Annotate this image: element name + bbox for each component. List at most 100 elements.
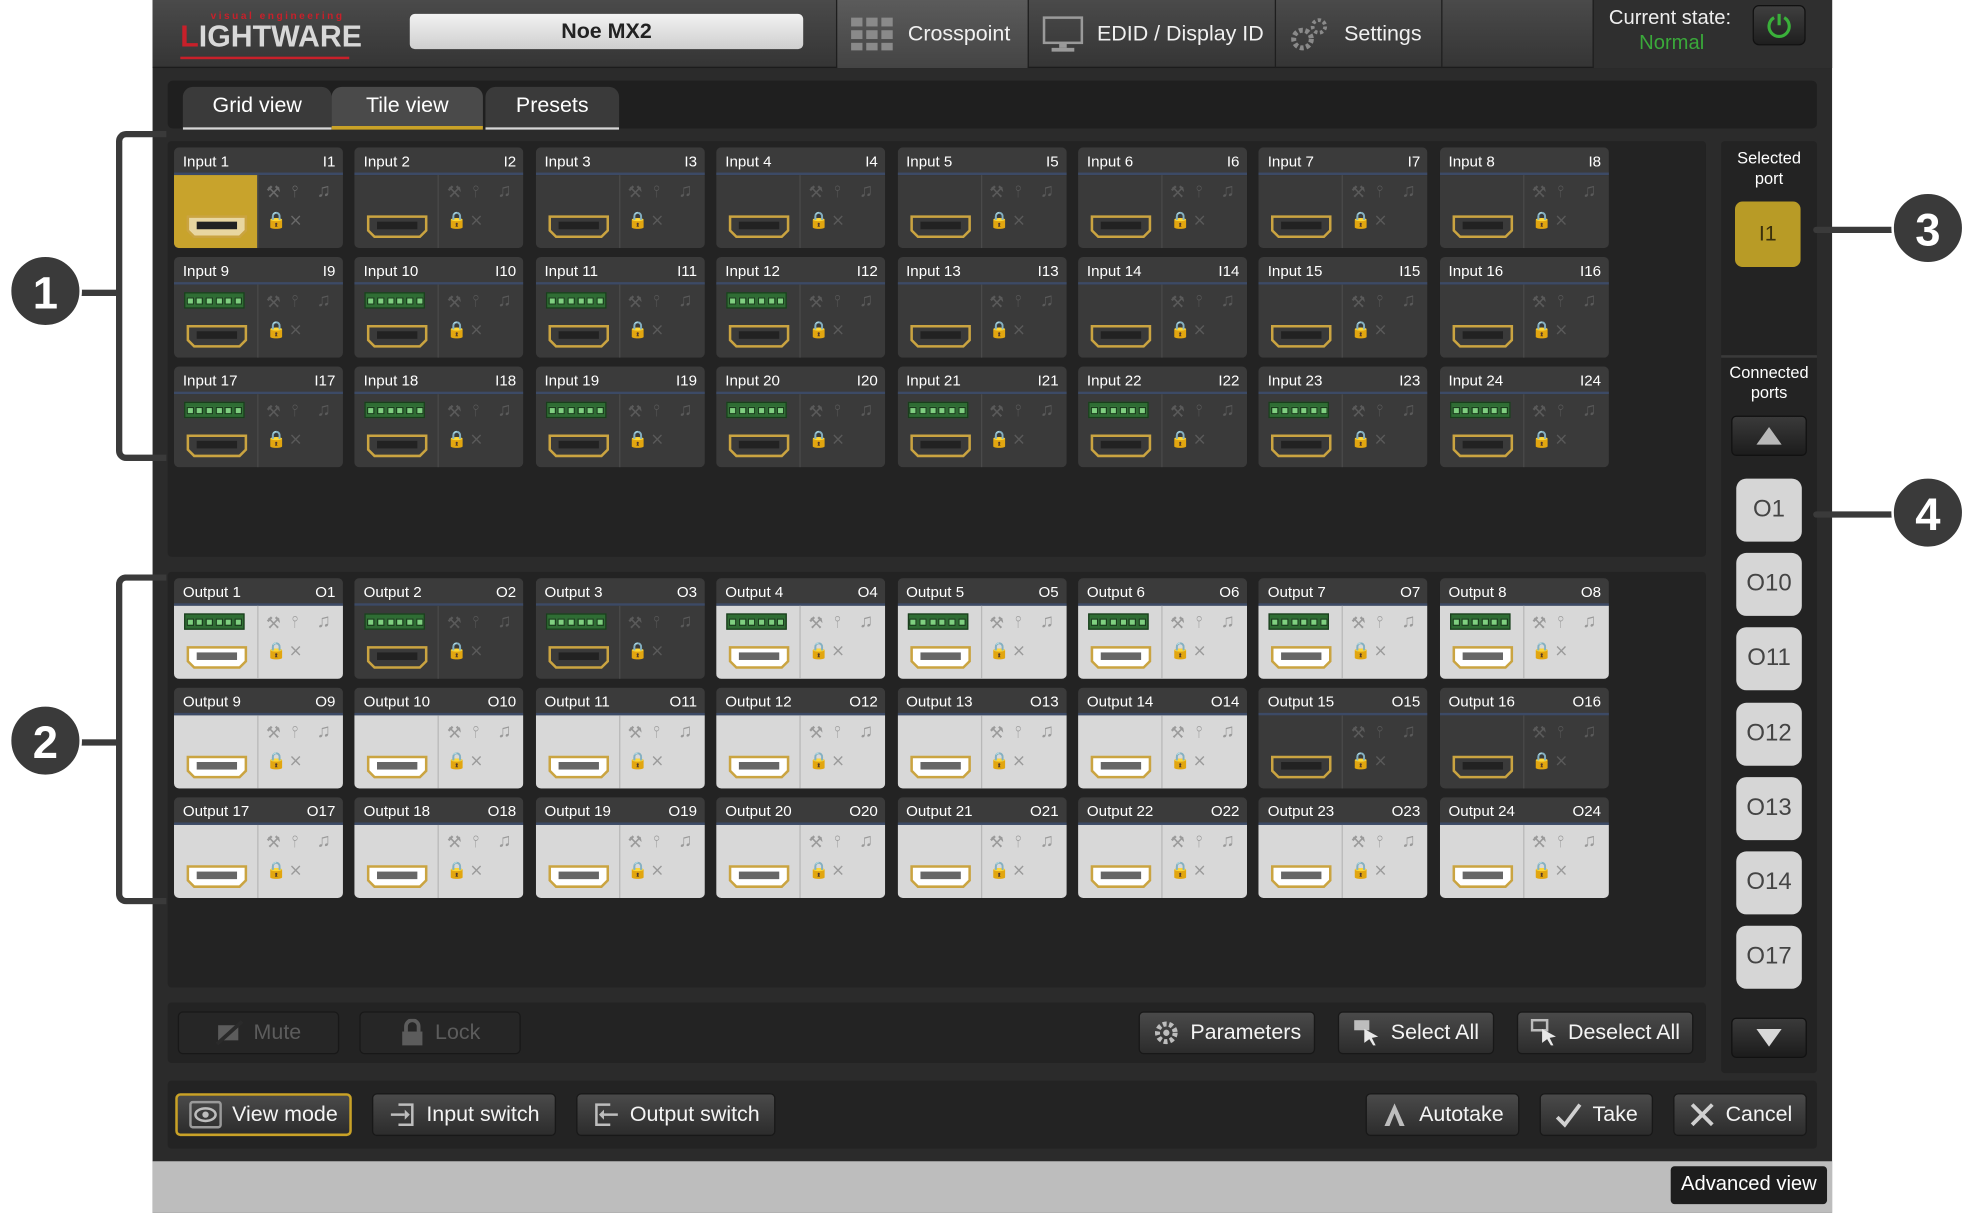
scroll-up-button[interactable] [1731,415,1807,456]
output-tile[interactable]: Output 21 O21 ⚒ ⫯ ♫ 🔒 ⨯ [897,797,1067,899]
view-mode-button[interactable]: View mode [175,1093,352,1137]
output-tile[interactable]: Output 22 O22 ⚒ ⫯ ♫ 🔒 ⨯ [1078,797,1248,899]
output-tile[interactable]: Output 20 O20 ⚒ ⫯ ♫ 🔒 ⨯ [716,797,886,899]
lock-button[interactable]: Lock [359,1011,521,1055]
output-tile[interactable]: Output 24 O24 ⚒ ⫯ ♫ 🔒 ⨯ [1439,797,1609,899]
output-tile[interactable]: Output 15 O15 ⚒ ⫯ ♫ 🔒 ⨯ [1258,687,1428,789]
music-note-icon: ♫ [1582,610,1597,633]
music-note-icon: ♫ [1039,720,1054,742]
input-tile[interactable]: Input 12 I12 ⚒ ⫯ ♫ 🔒 ⨯ [716,256,886,358]
output-tile[interactable]: Output 14 O14 ⚒ ⫯ ♫ 🔒 ⨯ [1078,687,1248,789]
output-tile[interactable]: Output 1 O1 ⚒ ⫯ ♫ 🔒 ⨯ [174,578,343,679]
output-tile[interactable]: Output 11 O11 ⚒ ⫯ ♫ 🔒 ⨯ [535,687,705,789]
input-tile[interactable]: Input 17 I17 ⚒ ⫯ ♫ 🔒 ⨯ [174,366,343,468]
output-tile[interactable]: Output 3 O3 ⚒ ⫯ ♫ 🔒 ⨯ [535,578,705,679]
connected-port-button[interactable]: O10 [1736,553,1802,617]
output-tile[interactable]: Output 4 O4 ⚒ ⫯ ♫ 🔒 ⨯ [716,578,886,679]
tab-presets[interactable]: Presets [485,86,620,130]
output-tile[interactable]: Output 18 O18 ⚒ ⫯ ♫ 🔒 ⨯ [354,797,524,899]
output-tile[interactable]: Output 2 O2 ⚒ ⫯ ♫ 🔒 ⨯ [354,578,524,679]
output-name: Output 20 [725,802,792,820]
lock-icon: 🔒 [808,750,829,770]
connected-port-button[interactable]: O1 [1736,478,1802,542]
input-tile[interactable]: Input 1 I1 ⚒ ⫯ ♫ 🔒 ⨯ [174,147,343,249]
output-tile[interactable]: Output 17 O17 ⚒ ⫯ ♫ 🔒 ⨯ [174,797,343,899]
input-tile[interactable]: Input 2 I2 ⚒ ⫯ ♫ 🔒 ⨯ [354,147,524,249]
output-name: Output 17 [182,802,250,820]
connected-port-button[interactable]: O14 [1736,851,1802,915]
output-tile[interactable]: Output 5 O5 ⚒ ⫯ ♫ 🔒 ⨯ [897,578,1067,679]
parameters-button[interactable]: Parameters [1138,1011,1316,1055]
input-tile-body: ⚒ ⫯ ♫ 🔒 ⨯ [1258,175,1428,249]
input-tile[interactable]: Input 11 I11 ⚒ ⫯ ♫ 🔒 ⨯ [535,256,705,358]
output-tile[interactable]: Output 23 O23 ⚒ ⫯ ♫ 🔒 ⨯ [1258,797,1428,899]
deselect-all-button[interactable]: Deselect All [1516,1011,1694,1055]
input-tile[interactable]: Input 16 I16 ⚒ ⫯ ♫ 🔒 ⨯ [1439,256,1609,358]
mute-button[interactable]: Mute [177,1011,340,1055]
music-note-icon: ♫ [1582,180,1597,202]
connected-port-button[interactable]: O11 [1736,627,1802,691]
output-tile[interactable]: Output 12 O12 ⚒ ⫯ ♫ 🔒 ⨯ [716,687,886,789]
output-switch-button[interactable]: Output switch [576,1093,776,1137]
plug-icon: ⫯ [1195,290,1203,310]
connected-port-button[interactable]: O12 [1736,702,1802,766]
wrench-icon: ⚒ [808,722,824,742]
input-tile[interactable]: Input 8 I8 ⚒ ⫯ ♫ 🔒 ⨯ [1439,147,1609,249]
output-tile[interactable]: Output 7 O7 ⚒ ⫯ ♫ 🔒 ⨯ [1258,578,1428,679]
input-tile[interactable]: Input 18 I18 ⚒ ⫯ ♫ 🔒 ⨯ [354,366,524,468]
tab-grid-view[interactable]: Grid view [182,86,332,130]
output-tile[interactable]: Output 6 O6 ⚒ ⫯ ♫ 🔒 ⨯ [1078,578,1248,679]
device-name-field[interactable]: Noe MX2 [409,13,804,50]
mute-icon: ⨯ [1011,210,1026,230]
autotake-button[interactable]: Autotake [1365,1093,1520,1137]
input-tile[interactable]: Input 10 I10 ⚒ ⫯ ♫ 🔒 ⨯ [354,256,524,358]
input-tile[interactable]: Input 20 I20 ⚒ ⫯ ♫ 🔒 ⨯ [716,366,886,468]
input-tile[interactable]: Input 21 I21 ⚒ ⫯ ♫ 🔒 ⨯ [897,366,1067,468]
select-all-button[interactable]: Select All [1337,1011,1495,1055]
connected-port-button[interactable]: O13 [1736,776,1802,840]
output-tile[interactable]: Output 19 O19 ⚒ ⫯ ♫ 🔒 ⨯ [535,797,705,899]
nav-settings[interactable]: Settings [1274,0,1441,69]
mute-icon: ⨯ [1192,210,1207,230]
input-tile[interactable]: Input 15 I15 ⚒ ⫯ ♫ 🔒 ⨯ [1258,256,1428,358]
input-tile[interactable]: Input 23 I23 ⚒ ⫯ ♫ 🔒 ⨯ [1258,366,1428,468]
input-tile[interactable]: Input 14 I14 ⚒ ⫯ ♫ 🔒 ⨯ [1078,256,1248,358]
output-tile[interactable]: Output 13 O13 ⚒ ⫯ ♫ 🔒 ⨯ [897,687,1067,789]
output-tile[interactable]: Output 8 O8 ⚒ ⫯ ♫ 🔒 ⨯ [1439,578,1609,679]
output-tile[interactable]: Output 9 O9 ⚒ ⫯ ♫ 🔒 ⨯ [174,687,343,789]
input-tile[interactable]: Input 22 I22 ⚒ ⫯ ♫ 🔒 ⨯ [1078,366,1248,468]
phoenix-connector-icon [364,401,426,419]
mute-icon: ⨯ [469,210,484,230]
output-tile[interactable]: Output 10 O10 ⚒ ⫯ ♫ 🔒 ⨯ [354,687,524,789]
tab-tile-view[interactable]: Tile view [331,86,483,130]
input-tile[interactable]: Input 3 I3 ⚒ ⫯ ♫ 🔒 ⨯ [535,147,705,249]
input-tile[interactable]: Input 5 I5 ⚒ ⫯ ♫ 🔒 ⨯ [897,147,1067,249]
scroll-down-button[interactable] [1731,1017,1807,1058]
output-tile[interactable]: Output 16 O16 ⚒ ⫯ ♫ 🔒 ⨯ [1439,687,1609,789]
input-switch-button[interactable]: Input switch [371,1093,557,1137]
cursor-deselect-icon [1530,1018,1556,1046]
callout-leader-3 [1813,226,1902,234]
lock-icon: 🔒 [266,750,287,770]
lock-icon: 🔒 [1350,750,1372,770]
plug-icon: ⫯ [472,612,480,632]
connector-area [1440,394,1523,467]
input-tile[interactable]: Input 6 I6 ⚒ ⫯ ♫ 🔒 ⨯ [1078,147,1248,249]
nav-spacer [1441,0,1592,69]
cancel-button[interactable]: Cancel [1673,1093,1807,1137]
take-button[interactable]: Take [1539,1093,1654,1137]
input-tile[interactable]: Input 4 I4 ⚒ ⫯ ♫ 🔒 ⨯ [716,147,886,249]
input-tile[interactable]: Input 24 I24 ⚒ ⫯ ♫ 🔒 ⨯ [1439,366,1609,468]
nav-edid[interactable]: EDID / Display ID [1027,0,1275,69]
nav-crosspoint[interactable]: Crosspoint [835,0,1028,69]
input-code: I22 [1218,371,1240,390]
input-tile[interactable]: Input 9 I9 ⚒ ⫯ ♫ 🔒 ⨯ [174,256,343,358]
input-tile[interactable]: Input 13 I13 ⚒ ⫯ ♫ 🔒 ⨯ [897,256,1067,358]
advanced-view-button[interactable]: Advanced view [1670,1166,1828,1205]
selected-port-button[interactable]: I1 [1734,201,1801,268]
input-tile[interactable]: Input 19 I19 ⚒ ⫯ ♫ 🔒 ⨯ [535,366,705,468]
power-button[interactable] [1752,5,1806,46]
connected-port-button[interactable]: O17 [1736,925,1802,989]
output-tile-body: ⚒ ⫯ ♫ 🔒 ⨯ [897,605,1067,679]
input-tile[interactable]: Input 7 I7 ⚒ ⫯ ♫ 🔒 ⨯ [1258,147,1428,249]
